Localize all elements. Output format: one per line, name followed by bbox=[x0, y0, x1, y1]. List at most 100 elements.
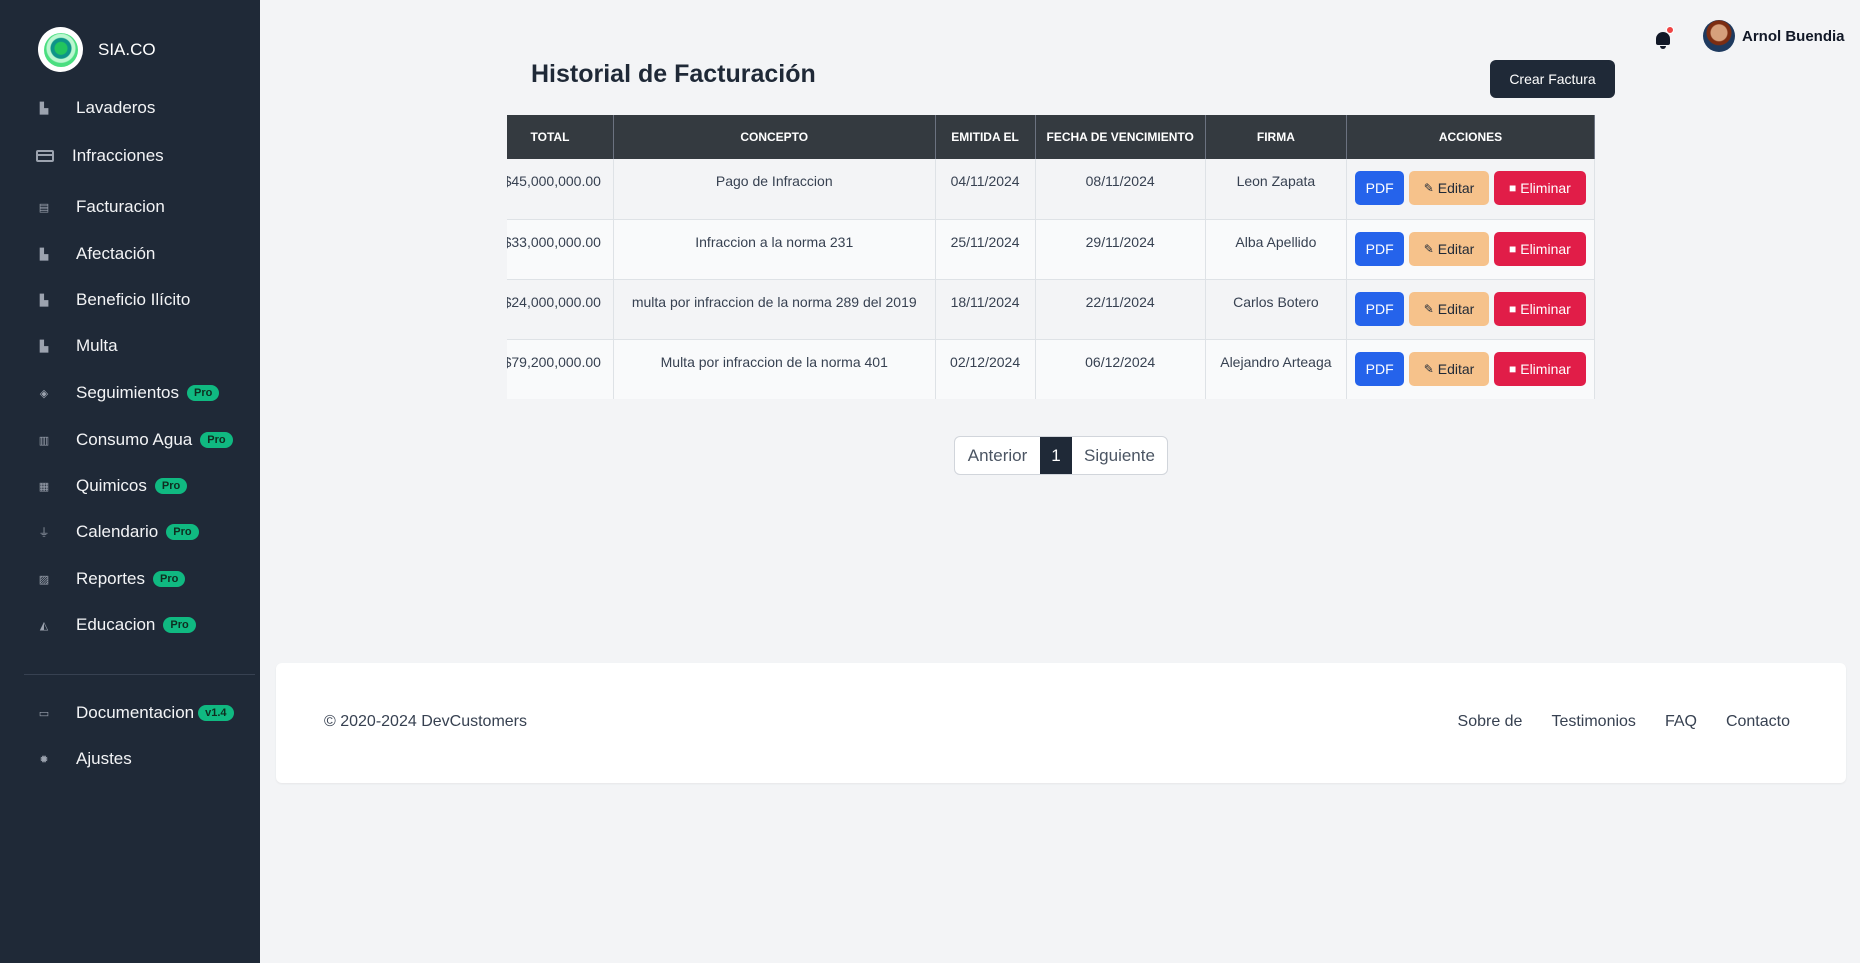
gear-icon: ✹ bbox=[39, 753, 49, 766]
footer-link-contacto[interactable]: Contacto bbox=[1726, 713, 1790, 731]
sidebar-item-quimicos[interactable]: ▦ Quimicos Pro bbox=[36, 472, 188, 500]
edit-button[interactable]: ✎ Editar bbox=[1409, 171, 1490, 205]
map-icon: ▥ bbox=[38, 434, 50, 447]
sidebar-item-lavaderos[interactable]: ▙ Lavaderos bbox=[36, 94, 156, 122]
cell-vencimiento: 29/11/2024 bbox=[1035, 219, 1206, 280]
sidebar-item-multa[interactable]: ▙ Multa bbox=[36, 332, 118, 360]
cell-total: $33,000,000.00 bbox=[507, 219, 614, 280]
trash-icon: ■ bbox=[1508, 361, 1517, 376]
pdf-label: PDF bbox=[1365, 300, 1394, 317]
bell-clapper bbox=[1660, 46, 1666, 49]
sidebar-item-beneficio-ilicito[interactable]: ▙ Beneficio Ilícito bbox=[36, 286, 191, 314]
create-invoice-button[interactable]: Crear Factura bbox=[1490, 60, 1615, 98]
cell-emitida: 18/11/2024 bbox=[935, 279, 1036, 340]
invoice-table-container[interactable]: TOTAL CONCEPTO EMITIDA EL FECHA DE VENCI… bbox=[507, 115, 1615, 399]
sidebar-item-consumo-agua[interactable]: ▥ Consumo Agua Pro bbox=[36, 426, 233, 454]
cell-concepto: Multa por infraccion de la norma 401 bbox=[613, 339, 936, 399]
header-vencimiento: FECHA DE VENCIMIENTO bbox=[1035, 115, 1206, 159]
edit-icon: ✎ bbox=[1423, 361, 1434, 376]
bell-body bbox=[1656, 32, 1670, 45]
trash-icon: ■ bbox=[1508, 241, 1517, 256]
edit-button[interactable]: ✎ Editar bbox=[1409, 291, 1490, 326]
pagination-page-1[interactable]: 1 bbox=[1040, 437, 1072, 474]
document-icon: ▤ bbox=[38, 201, 50, 214]
sidebar-item-label: Consumo Agua bbox=[76, 430, 193, 449]
delete-label: Eliminar bbox=[1520, 300, 1571, 317]
cell-total: $79,200,000.00 bbox=[507, 339, 614, 399]
sidebar-item-calendario[interactable]: ⏚ Calendario Pro bbox=[36, 518, 199, 546]
delete-button[interactable]: ■ Eliminar bbox=[1493, 351, 1586, 386]
edit-button[interactable]: ✎ Editar bbox=[1409, 231, 1490, 266]
sidebar-item-afectacion[interactable]: ▙ Afectación bbox=[36, 240, 156, 268]
table-row: $45,000,000.00 Pago de Infraccion 04/11/… bbox=[507, 159, 1595, 220]
pdf-button[interactable]: PDF bbox=[1355, 231, 1405, 266]
cell-emitida: 02/12/2024 bbox=[935, 339, 1036, 399]
avatar bbox=[1703, 20, 1735, 52]
pdf-label: PDF bbox=[1365, 180, 1394, 196]
sidebar-item-ajustes[interactable]: ✹ Ajustes bbox=[36, 745, 131, 773]
pagination-next-button[interactable]: Siguiente bbox=[1072, 437, 1167, 474]
footer-link-faq[interactable]: FAQ bbox=[1665, 713, 1697, 731]
sidebar-divider bbox=[24, 674, 255, 675]
delete-label: Eliminar bbox=[1520, 240, 1571, 257]
graduation-cap-icon: ◭ bbox=[39, 619, 49, 632]
chart-icon: ▨ bbox=[38, 573, 50, 586]
table-row: $24,000,000.00 multa por infraccion de l… bbox=[507, 279, 1595, 340]
edit-label: Editar bbox=[1437, 180, 1475, 196]
delete-label: Eliminar bbox=[1520, 360, 1571, 377]
pro-badge: Pro bbox=[187, 385, 220, 401]
cell-vencimiento: 22/11/2024 bbox=[1035, 279, 1206, 340]
brand[interactable]: SIA.CO bbox=[38, 27, 156, 72]
table-header-row: TOTAL CONCEPTO EMITIDA EL FECHA DE VENCI… bbox=[507, 115, 1595, 159]
sidebar-item-seguimientos[interactable]: ◈ Seguimientos Pro bbox=[36, 379, 220, 407]
invoice-table: TOTAL CONCEPTO EMITIDA EL FECHA DE VENCI… bbox=[507, 115, 1595, 399]
sidebar-item-label: Infracciones bbox=[72, 146, 164, 165]
sidebar-item-label: Calendario bbox=[76, 522, 159, 541]
header-concepto: CONCEPTO bbox=[613, 115, 936, 159]
flask-icon: ⏚ bbox=[38, 527, 50, 539]
cell-concepto: Pago de Infraccion bbox=[613, 159, 936, 220]
pro-badge: Pro bbox=[166, 524, 199, 540]
sidebar-item-infracciones[interactable]: Infracciones bbox=[36, 142, 164, 170]
cell-emitida: 25/11/2024 bbox=[935, 219, 1036, 280]
sidebar-item-documentacion[interactable]: ▭ Documentacion v1.4 bbox=[36, 699, 234, 727]
footer: © 2020-2024 DevCustomers Sobre de Testim… bbox=[276, 663, 1846, 783]
building-icon: ▙ bbox=[39, 340, 49, 353]
cell-total: $45,000,000.00 bbox=[507, 159, 614, 220]
delete-button[interactable]: ■ Eliminar bbox=[1493, 291, 1586, 326]
pro-badge: Pro bbox=[154, 478, 188, 494]
sidebar-item-label: Multa bbox=[76, 336, 118, 355]
sidebar-item-facturacion[interactable]: ▤ Facturacion bbox=[36, 193, 165, 221]
sidebar-item-label: Lavaderos bbox=[76, 98, 156, 117]
edit-label: Editar bbox=[1437, 360, 1475, 377]
cell-concepto: Infraccion a la norma 231 bbox=[613, 219, 936, 280]
cell-vencimiento: 08/11/2024 bbox=[1035, 159, 1206, 220]
cell-actions: PDF ✎ Editar ■ Eliminar bbox=[1346, 339, 1595, 399]
table-row: $33,000,000.00 Infraccion a la norma 231… bbox=[507, 219, 1595, 280]
pdf-button[interactable]: PDF bbox=[1355, 351, 1405, 386]
pdf-button[interactable]: PDF bbox=[1355, 171, 1405, 205]
trash-icon: ■ bbox=[1508, 301, 1517, 316]
cell-firma: Alejandro Arteaga bbox=[1205, 339, 1348, 399]
cell-firma: Alba Apellido bbox=[1205, 219, 1348, 280]
edit-button[interactable]: ✎ Editar bbox=[1409, 351, 1490, 386]
header-emitida: EMITIDA EL bbox=[935, 115, 1036, 159]
pdf-button[interactable]: PDF bbox=[1355, 291, 1405, 326]
sidebar-item-reportes[interactable]: ▨ Reportes Pro bbox=[36, 565, 186, 593]
footer-link-sobre[interactable]: Sobre de bbox=[1458, 713, 1523, 731]
edit-label: Editar bbox=[1437, 300, 1475, 317]
cell-firma: Carlos Botero bbox=[1205, 279, 1348, 340]
footer-link-testimonios[interactable]: Testimonios bbox=[1551, 713, 1635, 731]
trash-icon: ■ bbox=[1508, 181, 1517, 195]
sidebar-item-label: Beneficio Ilícito bbox=[76, 290, 191, 309]
credit-card-icon bbox=[36, 150, 54, 162]
brand-name: SIA.CO bbox=[98, 39, 156, 59]
pagination-prev-button[interactable]: Anterior bbox=[955, 437, 1040, 474]
calendar-icon: ▦ bbox=[38, 480, 50, 493]
user-menu[interactable]: Arnol Buendia bbox=[1703, 20, 1845, 52]
bell-icon[interactable] bbox=[1653, 26, 1674, 50]
sidebar-item-label: Quimicos bbox=[76, 476, 147, 495]
sidebar-item-educacion[interactable]: ◭ Educacion Pro bbox=[36, 611, 196, 639]
delete-button[interactable]: ■ Eliminar bbox=[1493, 171, 1586, 205]
delete-button[interactable]: ■ Eliminar bbox=[1493, 231, 1586, 266]
